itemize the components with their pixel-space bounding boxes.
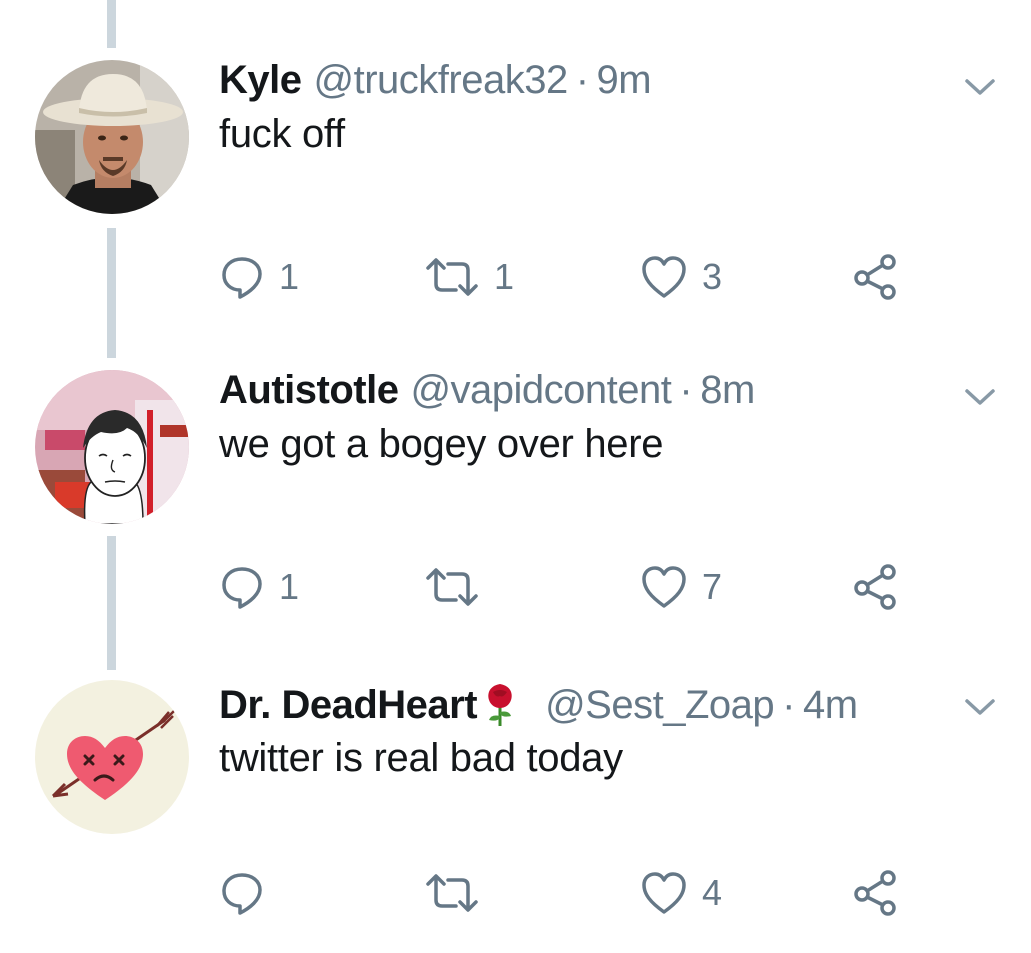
share-icon [854,254,896,300]
retweet-icon [426,874,478,912]
reply-button[interactable]: 1 [219,250,299,304]
reply-count: 1 [279,256,300,297]
reply-button[interactable]: 1 [219,560,299,614]
rose-icon [488,684,512,726]
retweet-icon [426,258,478,296]
tweet-2[interactable]: Autistotle @vapidcontent · 8m we got a b… [0,330,1031,640]
retweet-button[interactable] [424,560,494,614]
chevron-down-icon[interactable] [962,75,998,99]
user-handle[interactable]: @vapidcontent [410,368,671,413]
tweet-1[interactable]: Kyle @truckfreak32 · 9m fuck off 1 1 3 [0,0,1031,330]
chevron-down-icon[interactable] [962,695,998,719]
like-icon [642,566,686,608]
timestamp[interactable]: 4m [803,683,858,728]
tweet-actions: 1 7 [0,560,1031,614]
separator-dot: · [575,57,589,102]
retweet-icon [426,568,478,606]
tweet-text: we got a bogey over here [219,422,664,466]
timestamp[interactable]: 8m [700,368,755,413]
tweet-header: Dr. DeadHeart @Sest_Zoap · 4m [219,680,858,730]
tweet-3[interactable]: Dr. DeadHeart @Sest_Zoap · 4m twitter is… [0,640,1031,953]
share-button[interactable] [850,250,900,304]
chevron-down-icon[interactable] [962,385,998,409]
like-icon [642,256,686,298]
separator-dot: · [782,682,795,727]
share-button[interactable] [850,866,900,920]
user-handle[interactable]: @truckfreak32 [314,58,569,103]
retweet-button[interactable]: 1 [424,250,514,304]
like-count: 4 [702,872,723,913]
timestamp[interactable]: 9m [597,58,652,103]
avatar[interactable] [35,60,189,214]
tweet-text: fuck off [219,112,345,156]
display-name[interactable]: Kyle [219,58,302,103]
share-icon [854,564,896,610]
avatar[interactable] [35,680,189,834]
reply-icon [222,257,262,299]
retweet-button[interactable] [424,866,494,920]
user-handle[interactable]: @Sest_Zoap [545,683,775,728]
share-icon [854,870,896,916]
avatar[interactable] [35,370,189,524]
display-name[interactable]: Dr. DeadHeart [219,683,478,728]
like-count: 7 [702,566,723,607]
tweet-header: Kyle @truckfreak32 · 9m [219,55,652,105]
like-icon [642,872,686,914]
like-button[interactable]: 4 [640,866,722,920]
like-button[interactable]: 7 [640,560,722,614]
reply-button[interactable] [219,866,279,920]
share-button[interactable] [850,560,900,614]
tweet-header: Autistotle @vapidcontent · 8m [219,365,755,415]
tweet-actions: 4 [0,866,1031,920]
retweet-count: 1 [494,256,515,297]
like-count: 3 [702,256,723,297]
like-button[interactable]: 3 [640,250,722,304]
reply-icon [222,873,262,915]
tweet-text: twitter is real bad today [219,736,623,780]
tweet-actions: 1 1 3 [0,250,1031,304]
display-name[interactable]: Autistotle [219,368,399,413]
reply-count: 1 [279,566,300,607]
reply-icon [222,567,262,609]
separator-dot: · [679,367,693,412]
